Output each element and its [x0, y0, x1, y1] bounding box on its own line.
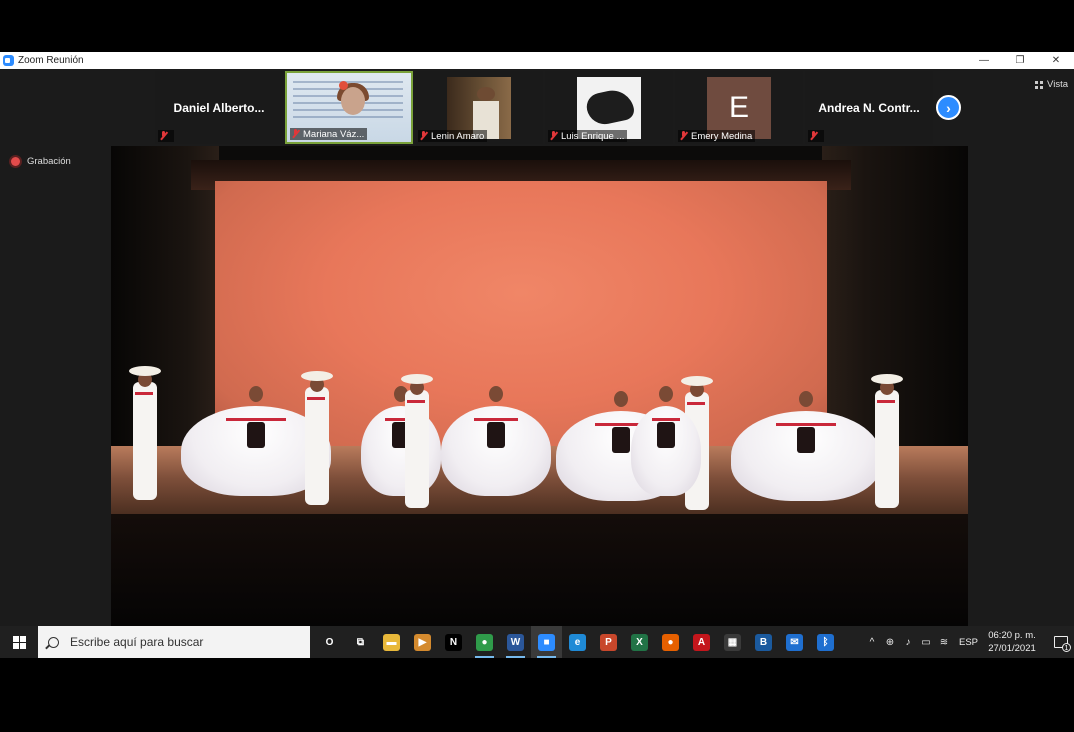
show-hidden-icons-icon[interactable]: ^ — [863, 626, 881, 658]
taskbar-app-bluetooth[interactable]: ᛒ — [810, 626, 841, 658]
tray-icons: ^ ⊕ ♪ ▭ ≋ — [863, 626, 953, 658]
clock[interactable]: 06:20 p. m. 27/01/2021 — [986, 629, 1038, 655]
battery-icon[interactable]: ▭ — [917, 626, 935, 658]
b-app-icon: B — [755, 633, 772, 651]
gallery-grid-icon — [1035, 80, 1044, 89]
participant-name: Luis Enrique ... — [561, 130, 625, 142]
notification-count: 1 — [1062, 643, 1071, 652]
participant-label: Lenin Amaro — [418, 130, 488, 142]
muted-mic-icon — [549, 131, 558, 141]
taskbar-app-file-explorer[interactable]: ▬ — [376, 626, 407, 658]
view-label: Vista — [1047, 79, 1068, 90]
window-titlebar: Zoom Reunión — ❐ ✕ — [0, 52, 1074, 69]
participant-label — [808, 130, 824, 142]
participant-tile[interactable]: Andrea N. Contr... — [805, 71, 933, 144]
acrobat-icon: A — [693, 633, 710, 651]
netflix-icon: N — [445, 633, 462, 651]
taskbar-app-zoom[interactable]: ■ — [531, 626, 562, 658]
next-participants-button[interactable]: › — [936, 95, 961, 120]
recording-indicator[interactable]: Grabación — [11, 156, 71, 167]
participant-label — [158, 130, 174, 142]
language-indicator[interactable]: ESP — [959, 637, 978, 648]
excel-icon: X — [631, 633, 648, 651]
participant-tile[interactable]: Luis Enrique ... — [545, 71, 673, 144]
muted-mic-icon — [679, 131, 688, 141]
participant-name: Emery Medina — [691, 130, 753, 142]
muted-mic-icon — [159, 131, 168, 141]
taskbar-app-b-app[interactable]: B — [748, 626, 779, 658]
word-icon: W — [507, 633, 524, 651]
taskbar-app-mail[interactable]: ✉ — [779, 626, 810, 658]
meet-now-icon[interactable]: ⊕ — [881, 626, 899, 658]
wifi-icon[interactable]: ≋ — [935, 626, 953, 658]
taskbar-app-firefox[interactable]: ● — [655, 626, 686, 658]
window-title: Zoom Reunión — [18, 55, 84, 66]
window-controls: — ❐ ✕ — [966, 52, 1074, 69]
volume-icon[interactable]: ♪ — [899, 626, 917, 658]
media-player-icon: ▶ — [414, 633, 431, 651]
audience-silhouettes — [111, 514, 968, 626]
taskbar-app-chrome[interactable]: ● — [469, 626, 500, 658]
main-video — [111, 146, 968, 626]
chevron-right-icon: › — [946, 99, 951, 116]
bluetooth-icon: ᛒ — [817, 633, 834, 651]
action-center-button[interactable]: 1 — [1048, 626, 1074, 658]
participant-label: Mariana Váz... — [290, 128, 368, 140]
muted-mic-icon — [809, 131, 818, 141]
taskbar-app-netflix[interactable]: N — [438, 626, 469, 658]
participant-label: Emery Medina — [678, 130, 756, 142]
meeting-area: Daniel Alberto... Mariana Váz... Lenin A… — [0, 69, 1074, 626]
participant-name: Mariana Váz... — [303, 128, 365, 140]
recording-label: Grabación — [27, 156, 71, 167]
system-tray: ^ ⊕ ♪ ▭ ≋ ESP 06:20 p. m. 27/01/2021 1 — [863, 626, 1074, 658]
participant-tile-active-speaker[interactable]: Mariana Váz... — [285, 71, 413, 144]
participant-name: Lenin Amaro — [431, 130, 485, 142]
view-button[interactable]: Vista — [1035, 79, 1068, 90]
restore-button[interactable]: ❐ — [1002, 52, 1038, 69]
participant-name-large: Andrea N. Contr... — [818, 101, 920, 115]
store-icon: ▦ — [724, 633, 741, 651]
clock-time: 06:20 p. m. — [988, 630, 1036, 641]
notification-icon: 1 — [1054, 636, 1071, 652]
taskbar-app-powerpoint[interactable]: P — [593, 626, 624, 658]
powerpoint-icon: P — [600, 633, 617, 651]
taskbar-app-acrobat[interactable]: A — [686, 626, 717, 658]
pinned-apps: O ⧉ ▬ ▶ N ● W ■ e P X ● A ▦ B ✉ ᛒ — [314, 626, 841, 658]
taskbar-search[interactable] — [38, 626, 310, 658]
windows-logo-icon — [12, 635, 26, 649]
start-button[interactable] — [0, 626, 38, 658]
participant-label: Luis Enrique ... — [548, 130, 628, 142]
search-input[interactable] — [70, 635, 290, 649]
participant-name-large: Daniel Alberto... — [173, 101, 265, 115]
edge-icon: e — [569, 633, 586, 651]
taskbar-app-store[interactable]: ▦ — [717, 626, 748, 658]
screen: Zoom Reunión — ❐ ✕ Daniel Alberto... Mar… — [0, 0, 1074, 732]
task-view-icon: ⧉ — [352, 633, 369, 651]
zoom-app-icon — [3, 55, 14, 66]
taskbar-app-excel[interactable]: X — [624, 626, 655, 658]
cortana-icon: O — [321, 633, 338, 651]
participant-tile[interactable]: Lenin Amaro — [415, 71, 543, 144]
participant-tile[interactable]: E Emery Medina — [675, 71, 803, 144]
record-dot-icon — [11, 157, 20, 166]
muted-mic-icon — [291, 129, 300, 139]
taskbar-app-cortana[interactable]: O — [314, 626, 345, 658]
muted-mic-icon — [419, 131, 428, 141]
clock-date: 27/01/2021 — [988, 643, 1036, 654]
firefox-icon: ● — [662, 633, 679, 651]
minimize-button[interactable]: — — [966, 52, 1002, 69]
chrome-icon: ● — [476, 633, 493, 651]
taskbar-app-edge[interactable]: e — [562, 626, 593, 658]
file-explorer-icon: ▬ — [383, 633, 400, 651]
taskbar: O ⧉ ▬ ▶ N ● W ■ ePX ● A ▦ B ✉ ᛒ ^⊕♪▭≋ ESP 06:20 p. m. … — [0, 626, 1074, 658]
taskbar-app-task-view[interactable]: ⧉ — [345, 626, 376, 658]
participant-strip: Daniel Alberto... Mariana Váz... Lenin A… — [155, 71, 985, 144]
taskbar-app-media-player[interactable]: ▶ — [407, 626, 438, 658]
close-button[interactable]: ✕ — [1038, 52, 1074, 69]
taskbar-app-word[interactable]: W — [500, 626, 531, 658]
search-icon — [48, 636, 59, 648]
participant-tile[interactable]: Daniel Alberto... — [155, 71, 283, 144]
mail-icon: ✉ — [786, 633, 803, 651]
zoom-icon: ■ — [538, 633, 555, 651]
